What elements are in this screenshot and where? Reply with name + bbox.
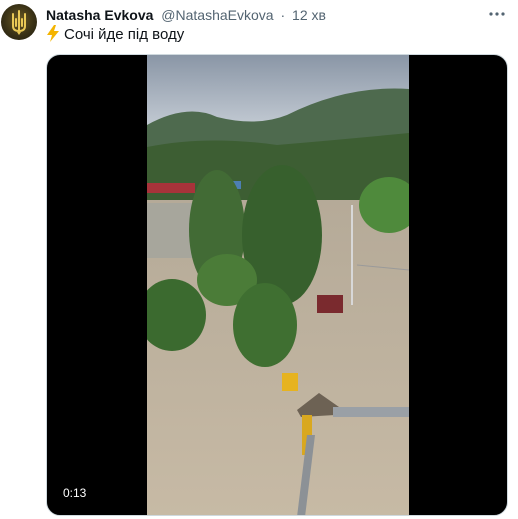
trident-emblem-icon xyxy=(12,10,26,35)
video-player[interactable]: 0:13 xyxy=(46,54,508,516)
avatar[interactable] xyxy=(1,4,37,40)
tweet-card[interactable]: Natasha Evkova @NatashaEvkova · 12 хв Со… xyxy=(0,0,518,519)
tweet-time[interactable]: 12 хв xyxy=(292,7,326,23)
video-thumbnail xyxy=(147,55,409,515)
display-name[interactable]: Natasha Evkova xyxy=(46,7,153,23)
separator-dot: · xyxy=(280,7,286,23)
tweet-header: Natasha Evkova @NatashaEvkova · 12 хв xyxy=(46,5,488,25)
more-options-icon[interactable] xyxy=(486,4,508,24)
tweet-text-body: Сочі йде під воду xyxy=(64,26,185,43)
video-timestamp: 0:13 xyxy=(57,483,93,503)
user-handle[interactable]: @NatashaEvkova xyxy=(161,7,273,23)
tweet-text: Сочі йде під воду xyxy=(46,25,184,48)
lightning-bolt-icon xyxy=(46,25,60,48)
